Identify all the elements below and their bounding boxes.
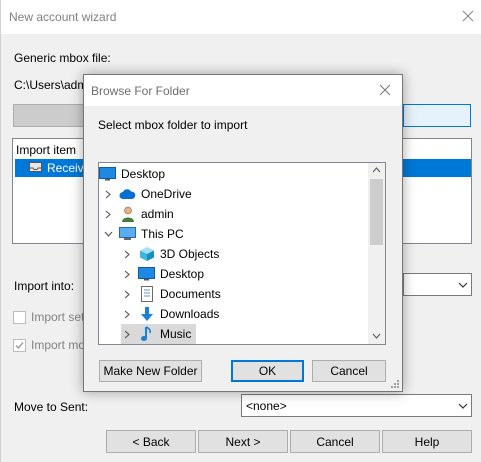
- import-set-label: Import set: [31, 310, 85, 324]
- tree-node-desktop-sub[interactable]: Desktop: [121, 264, 204, 284]
- dialog-titlebar: Browse For Folder: [84, 75, 402, 106]
- import-set-checkbox[interactable]: [13, 311, 26, 324]
- close-icon[interactable]: [378, 83, 392, 97]
- chevron-right-icon[interactable]: [121, 328, 133, 340]
- move-to-sent-label: Move to Sent:: [14, 400, 89, 414]
- move-to-sent-combo[interactable]: <none>: [241, 394, 472, 417]
- chevron-right-icon[interactable]: [102, 208, 114, 220]
- ok-button[interactable]: OK: [231, 360, 304, 382]
- path-field-focused[interactable]: [403, 104, 471, 127]
- tree-node-downloads[interactable]: Downloads: [121, 304, 219, 324]
- cloud-icon: [119, 186, 136, 203]
- folder-tree[interactable]: Desktop OneDrive admin This PC 3D Object…: [98, 162, 386, 345]
- tree-node-label: OneDrive: [141, 187, 192, 201]
- browse-button[interactable]: [13, 104, 85, 127]
- tree-node-music[interactable]: Music: [121, 324, 196, 344]
- resize-grip-icon[interactable]: [390, 379, 400, 389]
- back-button[interactable]: < Back: [106, 430, 196, 453]
- import-into-label: Import into:: [14, 279, 75, 293]
- list-item[interactable]: Receive: [15, 159, 90, 177]
- chevron-right-icon[interactable]: [121, 248, 133, 260]
- scroll-down-icon[interactable]: [372, 333, 381, 339]
- cancel-button[interactable]: Cancel: [290, 430, 380, 453]
- mbox-path-value: C:\Users\adm: [14, 78, 88, 92]
- chevron-down-icon[interactable]: [454, 395, 471, 416]
- tree-node-3d-objects[interactable]: 3D Objects: [121, 244, 219, 264]
- tree-node-desktop[interactable]: Desktop: [99, 164, 165, 184]
- user-icon: [119, 206, 136, 223]
- chevron-right-icon[interactable]: [121, 308, 133, 320]
- tree-node-label: This PC: [141, 227, 184, 241]
- computer-icon: [119, 226, 136, 243]
- tree-node-label: Documents: [160, 287, 221, 301]
- make-new-folder-button[interactable]: Make New Folder: [99, 360, 202, 382]
- import-more-checkbox[interactable]: [13, 339, 26, 352]
- tree-node-label: Downloads: [160, 307, 220, 321]
- browse-folder-dialog: Browse For Folder Select mbox folder to …: [83, 74, 403, 392]
- tree-node-label: Desktop: [121, 167, 166, 181]
- list-column-header: Import item: [16, 143, 77, 157]
- tree-node-label: 3D Objects: [160, 247, 220, 261]
- close-icon[interactable]: [460, 8, 476, 24]
- import-into-combo[interactable]: [403, 273, 472, 296]
- checkmark-icon: [15, 342, 24, 350]
- scrollbar-thumb[interactable]: [370, 179, 383, 245]
- wizard-titlebar: New account wizard: [1, 0, 481, 34]
- tree-node-admin[interactable]: admin: [102, 204, 174, 224]
- mbox-file-label: Generic mbox file:: [14, 51, 111, 65]
- chevron-down-icon[interactable]: [454, 274, 471, 295]
- dialog-title: Browse For Folder: [91, 84, 190, 98]
- tree-node-this-pc[interactable]: This PC: [102, 224, 184, 244]
- chevron-right-icon[interactable]: [121, 288, 133, 300]
- desktop-icon: [138, 266, 155, 283]
- music-icon: [138, 326, 155, 343]
- scroll-up-icon[interactable]: [372, 167, 381, 173]
- import-more-label: Import mo: [31, 338, 86, 352]
- wizard-title: New account wizard: [9, 10, 117, 24]
- dialog-cancel-button[interactable]: Cancel: [312, 360, 386, 382]
- list-item-selection-end: [401, 159, 471, 177]
- tree-node-label: admin: [141, 207, 174, 221]
- inbox-icon: [29, 161, 42, 173]
- help-button[interactable]: Help: [382, 430, 472, 453]
- tree-scrollbar[interactable]: [368, 163, 385, 344]
- chevron-right-icon[interactable]: [102, 188, 114, 200]
- tree-node-onedrive[interactable]: OneDrive: [102, 184, 192, 204]
- dialog-prompt: Select mbox folder to import: [98, 118, 248, 132]
- tree-node-documents[interactable]: Documents: [121, 284, 221, 304]
- document-icon: [138, 286, 155, 303]
- chevron-down-icon[interactable]: [102, 228, 114, 240]
- next-button[interactable]: Next >: [198, 430, 288, 453]
- tree-node-label: Desktop: [160, 267, 205, 281]
- chevron-right-icon[interactable]: [121, 268, 133, 280]
- move-to-sent-value: <none>: [246, 399, 287, 413]
- tree-node-label: Music: [160, 327, 192, 341]
- download-icon: [138, 306, 155, 323]
- cube-icon: [138, 246, 155, 263]
- desktop-icon: [99, 166, 116, 183]
